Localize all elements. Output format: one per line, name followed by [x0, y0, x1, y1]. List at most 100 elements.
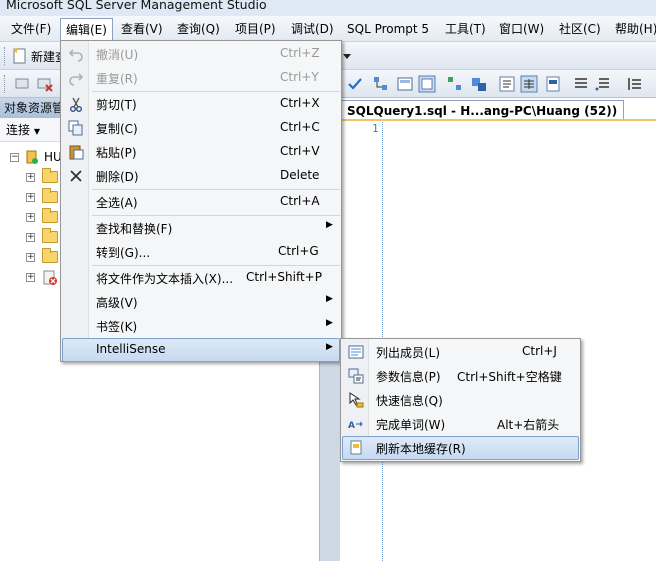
collapse-icon[interactable]: − [10, 153, 19, 162]
toolbar-grip[interactable] [4, 75, 7, 93]
connect-button[interactable]: 连接 [6, 123, 30, 137]
menu-item-label: 书签(K) [96, 320, 138, 334]
parameter-info-icon [348, 368, 364, 384]
menu-item-redo[interactable]: 重复(R) Ctrl+Y [62, 66, 340, 90]
menu-project[interactable]: 项目(P) [230, 18, 281, 40]
menu-sql-prompt[interactable]: SQL Prompt 5 [342, 18, 434, 40]
title-bar: Microsoft SQL Server Management Studio [0, 0, 656, 16]
menu-item-parameter-info[interactable]: 参数信息(P) Ctrl+Shift+空格键 [342, 364, 579, 388]
tree-server-node[interactable]: − HU [8, 148, 68, 168]
expand-icon[interactable]: + [26, 213, 35, 222]
expand-icon[interactable]: + [26, 193, 35, 202]
client-statistics-icon[interactable] [470, 75, 488, 93]
disconnect-icon[interactable] [14, 75, 32, 93]
menu-item-label: 将文件作为文本插入(X)... [96, 272, 234, 286]
results-grid-active-icon[interactable] [520, 75, 538, 93]
redo-icon [69, 73, 84, 86]
menu-item-label: 刷新本地缓存(R) [376, 442, 466, 456]
svg-text:A: A [348, 421, 355, 431]
menu-item-label: 全选(A) [96, 196, 138, 210]
menu-item-quick-info[interactable]: 快速信息(Q) [342, 388, 579, 412]
menu-view[interactable]: 查看(V) [116, 18, 168, 40]
menu-item-goto[interactable]: 转到(G)... Ctrl+G [62, 240, 340, 264]
submenu-arrow-icon: ▶ [326, 318, 333, 328]
submenu-arrow-icon: ▶ [326, 342, 333, 352]
copy-icon [68, 120, 83, 136]
menu-item-label: 查找和替换(F) [96, 222, 173, 236]
new-query-icon[interactable] [11, 47, 29, 65]
menu-item-shortcut: Ctrl+X [280, 96, 320, 110]
expand-icon[interactable]: + [26, 273, 35, 282]
tab-sqlquery1[interactable]: SQLQuery1.sql - H...ang-PC\Huang (52)) [340, 100, 625, 120]
menu-item-label: 参数信息(P) [376, 370, 441, 384]
menu-item-label: 快速信息(Q) [376, 394, 443, 408]
decrease-indent-icon[interactable] [626, 75, 644, 93]
folder-icon [42, 248, 58, 263]
results-to-text-icon[interactable] [498, 75, 516, 93]
menu-item-shortcut: Ctrl+Y [280, 70, 319, 84]
menu-item-shortcut: Ctrl+G [278, 244, 319, 258]
results-to-file-icon[interactable] [544, 75, 562, 93]
menu-item-copy[interactable]: 复制(C) Ctrl+C [62, 116, 340, 140]
submenu-arrow-icon: ▶ [326, 294, 333, 304]
menu-item-shortcut: Ctrl+V [280, 144, 320, 158]
menu-debug[interactable]: 调试(D) [286, 18, 339, 40]
menu-item-label: IntelliSense [96, 342, 166, 356]
menu-item-bookmarks[interactable]: 书签(K) ▶ [62, 314, 340, 338]
menu-item-label: 高级(V) [96, 296, 138, 310]
menu-item-shortcut: Ctrl+Z [280, 46, 320, 60]
menu-tools[interactable]: 工具(T) [440, 18, 491, 40]
expand-icon[interactable]: + [26, 173, 35, 182]
sql-agent-stopped-icon [43, 270, 57, 285]
undo-icon [68, 49, 83, 62]
menu-item-label: 完成单词(W) [376, 418, 446, 432]
folder-icon [42, 168, 58, 183]
toolbar-grip[interactable] [4, 47, 7, 65]
comment-lines-icon[interactable] [572, 75, 590, 93]
menu-item-label: 列出成员(L) [376, 346, 441, 360]
expand-icon[interactable]: + [26, 233, 35, 242]
menu-item-complete-word[interactable]: A 完成单词(W) Alt+右箭头 [342, 412, 579, 436]
menu-item-paste[interactable]: 粘贴(P) Ctrl+V [62, 140, 340, 164]
menu-item-label: 删除(D) [96, 170, 139, 184]
menu-item-shortcut: Ctrl+Shift+空格键 [457, 370, 562, 384]
menu-item-intellisense[interactable]: IntelliSense ▶ [62, 338, 340, 362]
menu-item-label: 重复(R) [96, 72, 138, 86]
edit-menu: 撤消(U) Ctrl+Z 重复(R) Ctrl+Y 剪切(T) Ctrl+X 复… [60, 40, 342, 362]
results-to-grid-icon[interactable] [418, 75, 436, 93]
menu-item-label: 撤消(U) [96, 48, 139, 62]
menu-help[interactable]: 帮助(H) [610, 18, 656, 40]
menu-item-label: 剪切(T) [96, 98, 137, 112]
menu-item-advanced[interactable]: 高级(V) ▶ [62, 290, 340, 314]
connect-dropdown-arrow-icon[interactable]: ▼ [34, 127, 40, 136]
menu-file[interactable]: 文件(F) [6, 18, 56, 40]
menu-item-insert-file-as-text[interactable]: 将文件作为文本插入(X)... Ctrl+Shift+P [62, 266, 340, 290]
menu-item-find-replace[interactable]: 查找和替换(F) ▶ [62, 216, 340, 240]
parse-check-icon[interactable] [346, 75, 364, 93]
expand-icon[interactable]: + [26, 253, 35, 262]
menu-item-refresh-local-cache[interactable]: 刷新本地缓存(R) [342, 436, 579, 460]
folder-icon [42, 208, 58, 223]
menu-item-delete[interactable]: 删除(D) Delete [62, 164, 340, 188]
display-plan-icon[interactable] [372, 75, 390, 93]
submenu-arrow-icon: ▶ [326, 220, 333, 230]
include-plan-icon[interactable] [446, 75, 464, 93]
window-title: Microsoft SQL Server Management Studio [6, 0, 267, 12]
change-connection-icon[interactable] [36, 75, 54, 93]
complete-word-icon: A [348, 421, 363, 431]
dropdown-arrow-icon[interactable] [342, 48, 352, 64]
menu-community[interactable]: 社区(C) [554, 18, 606, 40]
uncomment-lines-icon[interactable] [594, 75, 612, 93]
menu-window[interactable]: 窗口(W) [494, 18, 549, 40]
menu-item-list-members[interactable]: 列出成员(L) Ctrl+J [342, 340, 579, 364]
menu-item-select-all[interactable]: 全选(A) Ctrl+A [62, 190, 340, 214]
menu-query[interactable]: 查询(Q) [172, 18, 225, 40]
query-editor[interactable]: SQLQuery1.sql - H...ang-PC\Huang (52)) 1 [340, 98, 656, 561]
menu-item-shortcut: Ctrl+C [280, 120, 320, 134]
query-designer-icon[interactable] [396, 75, 414, 93]
menu-item-shortcut: Delete [280, 168, 320, 182]
paste-icon [69, 145, 84, 160]
tab-underline [340, 119, 656, 121]
menu-item-undo[interactable]: 撤消(U) Ctrl+Z [62, 42, 340, 66]
menu-item-cut[interactable]: 剪切(T) Ctrl+X [62, 92, 340, 116]
